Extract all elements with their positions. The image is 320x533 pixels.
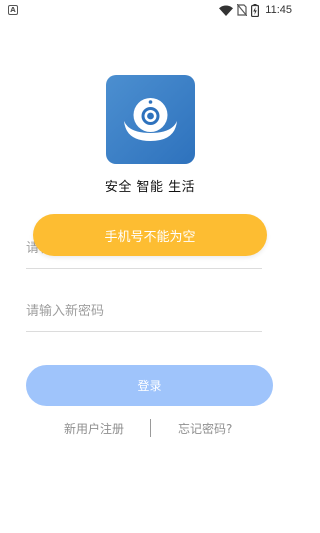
register-link[interactable]: 新用户注册 [64, 420, 124, 437]
login-button-label: 登录 [137, 379, 162, 393]
bottom-links: 新用户注册 忘记密码? [0, 417, 300, 439]
app-logo [106, 75, 195, 164]
toast-message: 手机号不能为空 [104, 229, 196, 245]
login-button[interactable]: 登录 [26, 365, 273, 406]
links-divider [150, 419, 151, 437]
forgot-password-link[interactable]: 忘记密码? [178, 420, 232, 437]
status-bar-right: 11:45 [219, 3, 292, 17]
status-bar: A 11:45 [0, 0, 300, 20]
password-input[interactable] [26, 304, 262, 319]
error-toast: 手机号不能为空 [33, 214, 267, 256]
wifi-icon [219, 5, 234, 16]
app-slogan: 安全 智能 生活 [104, 180, 196, 195]
no-sim-icon [237, 4, 248, 16]
status-bar-left: A [8, 5, 18, 15]
battery-charging-icon [251, 3, 260, 17]
camera-logo-icon [124, 98, 177, 141]
password-field[interactable] [26, 292, 262, 332]
status-time: 11:45 [265, 4, 292, 16]
notification-icon: A [8, 5, 18, 15]
